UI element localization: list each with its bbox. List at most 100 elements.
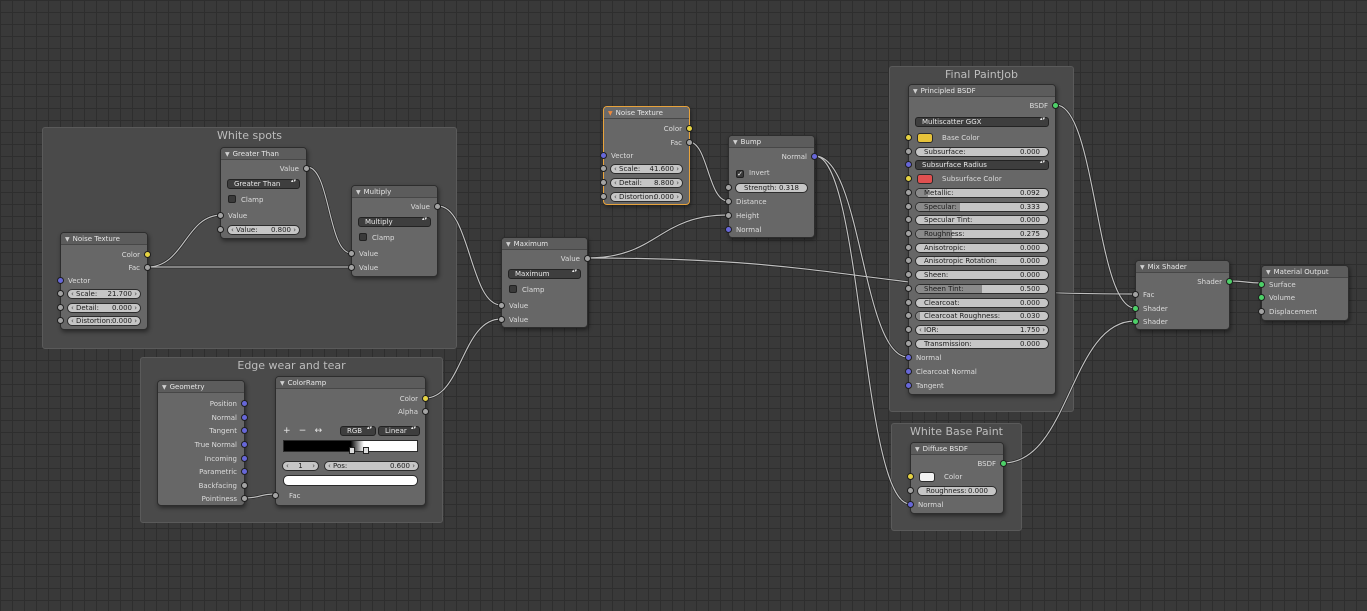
- transmission-field[interactable]: Transmission: 0.000: [915, 339, 1049, 349]
- input-socket-icon[interactable]: [905, 134, 912, 141]
- operation-dropdown[interactable]: Multiply: [358, 217, 431, 227]
- clearcoat-roughness-field[interactable]: Clearcoat Roughness: 0.030: [915, 311, 1049, 321]
- subsurface-radius-dropdown[interactable]: Subsurface Radius: [915, 160, 1049, 170]
- collapse-triangle-icon[interactable]: ▼: [915, 444, 920, 454]
- remove-stop-button[interactable]: −: [299, 425, 307, 437]
- input-socket-icon[interactable]: [905, 175, 912, 182]
- collapse-triangle-icon[interactable]: ▼: [356, 187, 361, 197]
- node-geometry[interactable]: ▼ Geometry Position Normal Tangent True N…: [157, 380, 248, 506]
- node-header[interactable]: ▼ Greater Than: [221, 148, 306, 160]
- node-header[interactable]: ▼ Geometry: [158, 381, 244, 393]
- input-socket-icon[interactable]: [725, 212, 732, 219]
- input-socket-icon[interactable]: [905, 203, 912, 210]
- output-socket-icon[interactable]: [584, 255, 591, 262]
- distortion-field[interactable]: Distortion:0.000: [67, 316, 141, 326]
- node-header[interactable]: ▼ Principled BSDF: [909, 85, 1055, 97]
- collapse-triangle-icon[interactable]: ▼: [225, 149, 230, 159]
- collapse-triangle-icon[interactable]: ▼: [162, 382, 167, 392]
- collapse-triangle-icon[interactable]: ▼: [913, 86, 918, 96]
- input-socket-icon[interactable]: [498, 316, 505, 323]
- output-socket-icon[interactable]: [241, 441, 248, 448]
- input-socket-icon[interactable]: [57, 317, 64, 324]
- node-noise-texture-1[interactable]: ▼Noise Texture Color Fac Vector Scale:21…: [57, 232, 151, 330]
- output-socket-icon[interactable]: [434, 203, 441, 210]
- node-editor-canvas[interactable]: White spots Edge wear and tear Final Pai…: [0, 0, 1367, 611]
- input-socket-icon[interactable]: [272, 492, 279, 499]
- collapse-triangle-icon[interactable]: ▼: [608, 108, 613, 118]
- collapse-triangle-icon[interactable]: ▼: [506, 239, 511, 249]
- input-socket-icon[interactable]: [725, 198, 732, 205]
- node-noise-texture-2[interactable]: ▼Noise Texture Color Fac Vector Scale:41…: [600, 106, 693, 205]
- input-socket-icon[interactable]: [600, 165, 607, 172]
- input-socket-icon[interactable]: [905, 148, 912, 155]
- base-color-swatch[interactable]: [917, 133, 933, 143]
- value-field[interactable]: Value:0.800: [227, 225, 300, 235]
- input-socket-icon[interactable]: [905, 285, 912, 292]
- output-socket-icon[interactable]: [241, 495, 248, 502]
- input-socket-icon[interactable]: [907, 487, 914, 494]
- specular-field[interactable]: Specular: 0.333: [915, 202, 1049, 212]
- interpolation-dropdown[interactable]: Linear: [378, 426, 420, 436]
- roughness-field[interactable]: Roughness: 0.275: [915, 229, 1049, 239]
- output-socket-icon[interactable]: [241, 400, 248, 407]
- output-socket-icon[interactable]: [686, 125, 693, 132]
- input-socket-icon[interactable]: [905, 368, 912, 375]
- input-socket-icon[interactable]: [57, 304, 64, 311]
- output-socket-icon[interactable]: [241, 468, 248, 475]
- collapse-triangle-icon[interactable]: ▼: [65, 234, 70, 244]
- input-socket-icon[interactable]: [907, 501, 914, 508]
- input-socket-icon[interactable]: [57, 290, 64, 297]
- node-mix-shader[interactable]: ▼ Mix Shader Shader Fac Shader Shader: [1132, 260, 1233, 330]
- strength-field[interactable]: Strength: 0.318: [735, 183, 808, 193]
- output-socket-icon[interactable]: [144, 251, 151, 258]
- input-socket-icon[interactable]: [905, 340, 912, 347]
- input-socket-icon[interactable]: [600, 179, 607, 186]
- input-socket-icon[interactable]: [600, 152, 607, 159]
- node-header[interactable]: ▼ Material Output: [1262, 266, 1348, 278]
- output-socket-icon[interactable]: [811, 153, 818, 160]
- output-socket-icon[interactable]: [144, 264, 151, 271]
- clearcoat-field[interactable]: Clearcoat: 0.000: [915, 298, 1049, 308]
- ramp-stop-handle[interactable]: [363, 447, 369, 454]
- invert-checkbox[interactable]: ✓: [736, 170, 744, 178]
- input-socket-icon[interactable]: [217, 212, 224, 219]
- node-principled-bsdf[interactable]: ▼Principled BSDF BSDF Multiscatter GGX B…: [905, 84, 1059, 395]
- output-socket-icon[interactable]: [686, 139, 693, 146]
- input-socket-icon[interactable]: [1258, 308, 1265, 315]
- detail-field[interactable]: Detail:0.000: [67, 303, 141, 313]
- stop-color-swatch[interactable]: [283, 475, 418, 486]
- subsurface-field[interactable]: Subsurface: 0.000: [915, 147, 1049, 157]
- roughness-field[interactable]: Roughness: 0.000: [917, 486, 997, 496]
- output-socket-icon[interactable]: [241, 455, 248, 462]
- input-socket-icon[interactable]: [905, 189, 912, 196]
- input-socket-icon[interactable]: [725, 184, 732, 191]
- input-socket-icon[interactable]: [905, 271, 912, 278]
- detail-field[interactable]: Detail:8.800: [610, 178, 683, 188]
- input-socket-icon[interactable]: [217, 226, 224, 233]
- node-colorramp[interactable]: ▼ColorRamp Color Alpha + − ↔ RGB Linear …: [272, 376, 429, 506]
- node-header[interactable]: ▼ Multiply: [352, 186, 437, 198]
- input-socket-icon[interactable]: [905, 230, 912, 237]
- clamp-checkbox[interactable]: [228, 195, 236, 203]
- input-socket-icon[interactable]: [1132, 318, 1139, 325]
- ramp-stop-handle[interactable]: [349, 447, 355, 454]
- subsurface-color-swatch[interactable]: [917, 174, 933, 184]
- input-socket-icon[interactable]: [1132, 291, 1139, 298]
- collapse-triangle-icon[interactable]: ▼: [1266, 267, 1271, 277]
- input-socket-icon[interactable]: [905, 161, 912, 168]
- input-socket-icon[interactable]: [348, 264, 355, 271]
- output-socket-icon[interactable]: [1052, 102, 1059, 109]
- collapse-triangle-icon[interactable]: ▼: [733, 137, 738, 147]
- output-socket-icon[interactable]: [241, 427, 248, 434]
- node-header[interactable]: ▼ Diffuse BSDF: [911, 443, 1003, 455]
- output-socket-icon[interactable]: [303, 165, 310, 172]
- clamp-checkbox[interactable]: [359, 233, 367, 241]
- anisotropic-field[interactable]: Anisotropic: 0.000: [915, 243, 1049, 253]
- specular-tint-field[interactable]: Specular Tint: 0.000: [915, 215, 1049, 225]
- input-socket-icon[interactable]: [57, 277, 64, 284]
- collapse-triangle-icon[interactable]: ▼: [1140, 262, 1145, 272]
- operation-dropdown[interactable]: Greater Than: [227, 179, 300, 189]
- metallic-field[interactable]: Metallic: 0.092: [915, 188, 1049, 198]
- collapse-triangle-icon[interactable]: ▼: [280, 378, 285, 388]
- input-socket-icon[interactable]: [905, 216, 912, 223]
